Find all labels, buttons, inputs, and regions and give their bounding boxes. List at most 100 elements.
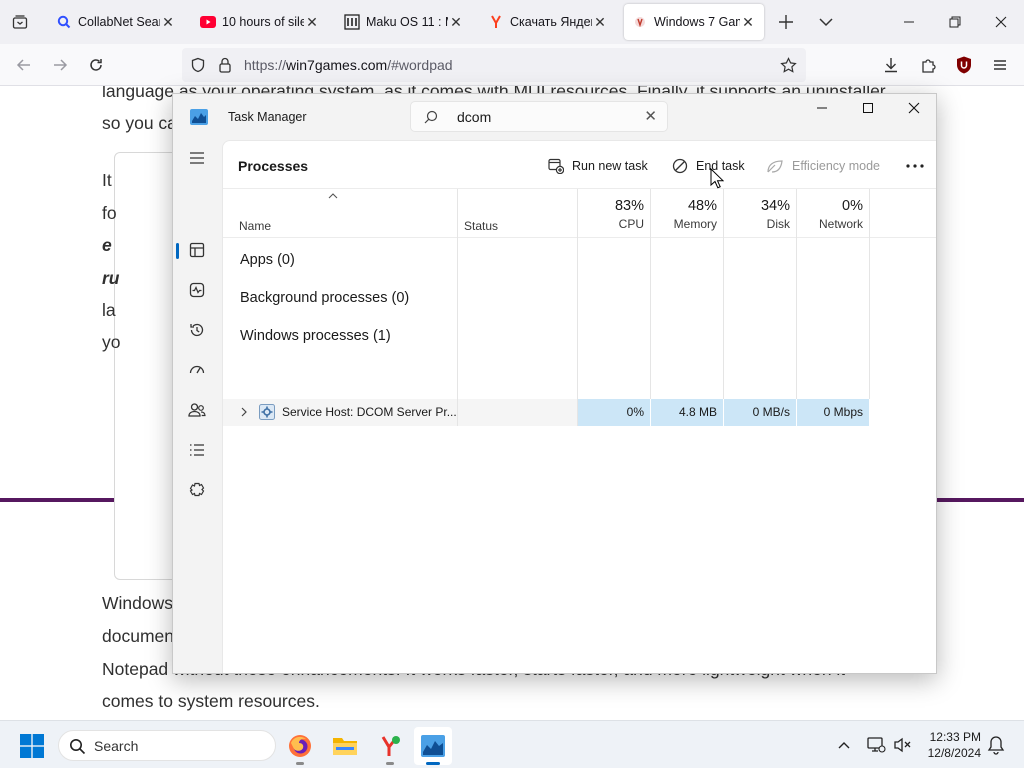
browser-tab-collabnet[interactable]: CollabNet SearX ✕	[48, 4, 184, 40]
cpu-label: CPU	[618, 217, 644, 231]
list-all-tabs-button[interactable]	[816, 12, 836, 37]
browser-close-button[interactable]	[978, 0, 1024, 44]
taskbar-app-yandex-browser[interactable]	[371, 727, 409, 765]
back-button[interactable]	[8, 49, 40, 81]
notifications-button[interactable]	[987, 735, 1005, 760]
column-divider	[650, 238, 651, 399]
end-task-button[interactable]: End task	[672, 151, 745, 181]
task-manager-window: Task Manager dcom ✕ Processes Run new ta…	[172, 93, 937, 674]
column-header-status[interactable]: Status	[464, 219, 498, 233]
close-icon[interactable]: ✕	[448, 14, 464, 30]
network-tray-icon[interactable]	[866, 735, 886, 760]
sort-ascending-icon[interactable]	[328, 192, 338, 200]
page-text-line: yo	[102, 332, 121, 352]
group-header-background[interactable]: Background processes (0)	[240, 290, 409, 306]
run-new-task-button[interactable]: Run new task	[548, 151, 648, 181]
browser-restore-button[interactable]	[932, 0, 978, 44]
chevron-right-icon[interactable]	[240, 406, 248, 418]
windows-taskbar: Search 12:33 PM 12/8/2024	[0, 720, 1024, 768]
browser-tab-win7games[interactable]: Windows 7 Gam ✕	[624, 4, 764, 40]
run-new-task-icon	[548, 158, 564, 174]
taskbar-app-task-manager[interactable]	[414, 727, 452, 765]
group-header-windows[interactable]: Windows processes (1)	[240, 328, 391, 344]
tm-close-button[interactable]	[891, 94, 936, 122]
task-manager-title-bar[interactable]: Task Manager dcom ✕	[173, 94, 936, 140]
efficiency-mode-button[interactable]: Efficiency mode	[766, 151, 880, 181]
network-label: Network	[818, 217, 863, 231]
ublock-origin-button[interactable]	[948, 49, 980, 81]
browser-tab-youtube[interactable]: 10 hours of silen ✕	[192, 4, 328, 40]
browser-tab-archive[interactable]: Maku OS 11 : M ✕	[336, 4, 472, 40]
tracking-protection-icon[interactable]	[190, 57, 206, 73]
nav-app-history[interactable]	[185, 318, 209, 342]
column-header-network[interactable]: 0% Network	[797, 189, 863, 231]
column-divider	[457, 238, 458, 426]
page-text-line: Windows	[102, 593, 173, 613]
search-input[interactable]: dcom	[457, 109, 491, 125]
windows-start-icon[interactable]	[20, 734, 44, 758]
task-manager-icon	[190, 109, 208, 125]
nav-startup-apps[interactable]	[185, 358, 209, 382]
volume-tray-icon[interactable]	[893, 735, 913, 760]
column-divider	[869, 189, 870, 239]
browser-minimize-button[interactable]	[886, 0, 932, 44]
close-icon[interactable]: ✕	[740, 14, 756, 30]
table-row[interactable]: Service Host: DCOM Server Pr... 0% 4.8 M…	[223, 399, 869, 426]
more-options-button[interactable]	[903, 151, 927, 181]
nav-services[interactable]	[185, 478, 209, 502]
reload-button[interactable]	[80, 49, 112, 81]
column-divider	[869, 238, 870, 399]
arrow-right-icon	[54, 59, 68, 71]
lock-icon[interactable]	[218, 57, 232, 73]
tm-maximize-button[interactable]	[845, 94, 891, 122]
tab-list-button[interactable]	[0, 0, 40, 44]
group-header-apps[interactable]: Apps (0)	[240, 252, 295, 268]
close-icon[interactable]: ✕	[304, 14, 320, 30]
page-title: Processes	[238, 158, 309, 174]
nav-processes[interactable]	[185, 238, 209, 262]
url-text[interactable]: https://win7games.com/#wordpad	[244, 57, 453, 73]
nav-menu-button[interactable]	[185, 146, 209, 170]
show-hidden-icons-button[interactable]	[836, 737, 852, 758]
column-header-name[interactable]: Name	[239, 219, 271, 233]
extensions-button[interactable]	[912, 49, 944, 81]
page-text-line: comes to system resources.	[102, 691, 320, 711]
address-bar[interactable]: https://win7games.com/#wordpad	[182, 48, 806, 82]
browser-tab-yandex[interactable]: Скачать Яндекс ✕	[480, 4, 616, 40]
nav-performance[interactable]	[185, 278, 209, 302]
taskbar-app-file-explorer[interactable]	[326, 727, 364, 765]
app-menu-button[interactable]	[984, 49, 1016, 81]
puzzle-icon	[922, 59, 936, 73]
nav-details[interactable]	[185, 438, 209, 462]
archive-icon	[344, 14, 360, 30]
ublock-shield-icon	[957, 56, 971, 74]
column-divider	[796, 238, 797, 399]
taskbar-app-firefox[interactable]	[281, 727, 319, 765]
column-header-memory[interactable]: 48% Memory	[651, 189, 717, 231]
nav-users[interactable]	[185, 398, 209, 422]
column-header-cpu[interactable]: 83% CPU	[578, 189, 644, 231]
page-text-line: fo	[102, 203, 117, 223]
close-icon[interactable]: ✕	[592, 14, 608, 30]
efficiency-mode-label: Efficiency mode	[792, 159, 881, 173]
search-icon	[70, 739, 86, 755]
running-indicator	[296, 762, 304, 765]
taskbar-search-box[interactable]: Search	[58, 730, 276, 761]
column-header-disk[interactable]: 34% Disk	[724, 189, 790, 231]
url-prefix: https://	[244, 57, 287, 73]
downloads-button[interactable]	[875, 49, 907, 81]
close-icon[interactable]: ✕	[160, 14, 176, 30]
bookmark-star-icon[interactable]	[780, 57, 797, 74]
search-box[interactable]: dcom ✕	[410, 101, 668, 132]
process-name: Service Host: DCOM Server Pr...	[282, 405, 457, 419]
clear-search-icon[interactable]: ✕	[644, 107, 657, 125]
nav-selection-indicator	[176, 243, 179, 259]
forward-button[interactable]	[44, 49, 76, 81]
page-divider	[0, 498, 114, 502]
system-clock[interactable]: 12:33 PM 12/8/2024	[915, 729, 981, 761]
window-title: Task Manager	[228, 110, 307, 124]
new-tab-button[interactable]	[776, 12, 796, 37]
disk-usage-total: 34%	[760, 198, 790, 214]
clock-date: 12/8/2024	[927, 746, 981, 760]
tm-minimize-button[interactable]	[799, 94, 845, 122]
